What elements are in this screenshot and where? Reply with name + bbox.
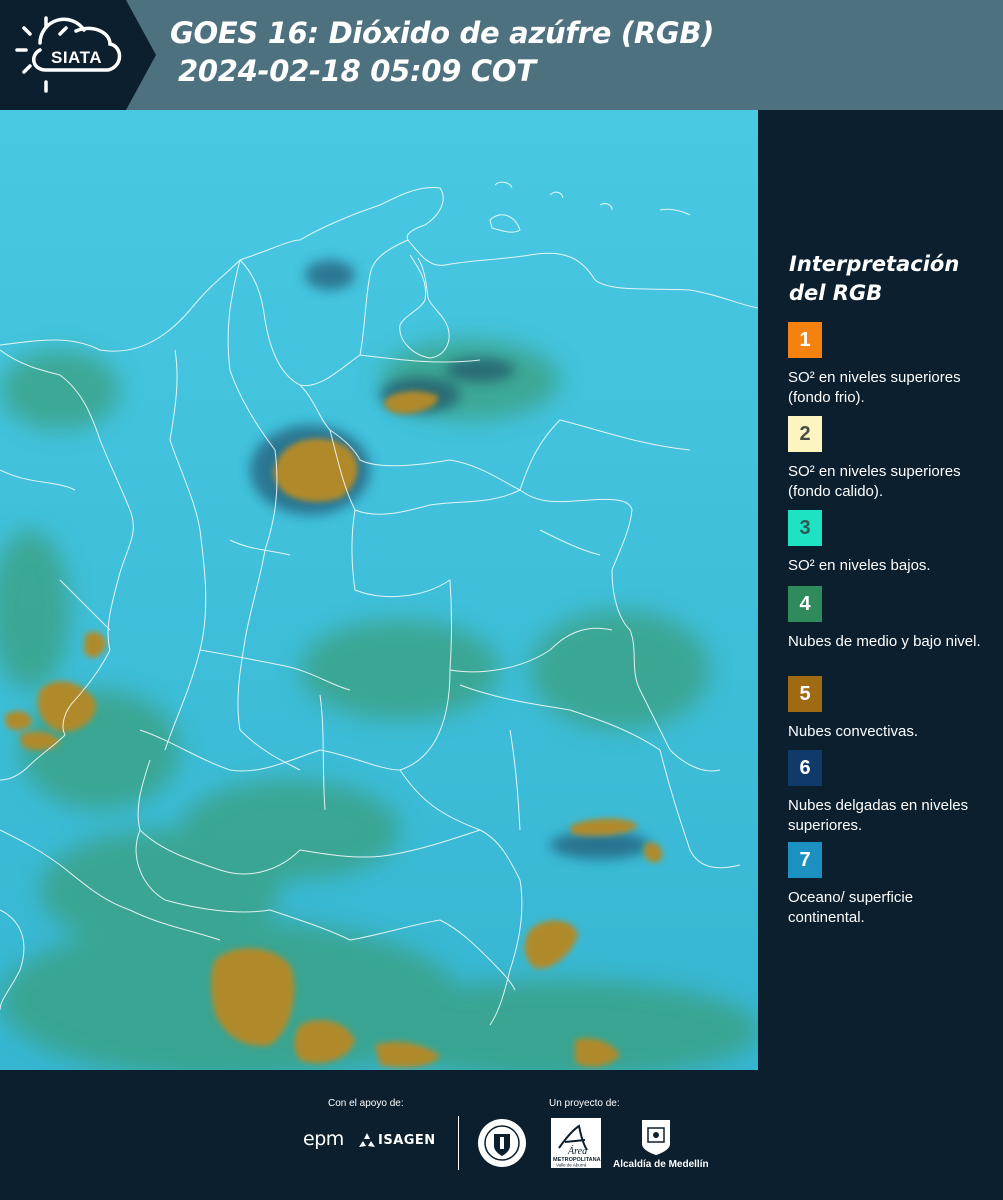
area-logo-text: Área xyxy=(567,1145,587,1157)
title-line-2: 2024-02-18 05:09 COT xyxy=(178,54,536,88)
legend-label-1: SO² en niveles superiores (fondo frio). xyxy=(788,369,961,406)
area-subtitle-2: Valle de Aburrá xyxy=(556,1163,587,1168)
legend-swatch-3: 3 xyxy=(788,510,822,546)
isagen-icon xyxy=(359,1133,375,1147)
legend-panel: Interpretación del RGB 1 SO² en niveles … xyxy=(758,110,1003,1070)
legend-title-line-1: Interpretación xyxy=(789,252,960,276)
legend-swatch-2: 2 xyxy=(788,416,822,452)
satellite-image xyxy=(0,110,758,1070)
title-line-1: GOES 16: Dióxido de azúfre (RGB) xyxy=(170,16,715,50)
project-label: Un proyecto de: xyxy=(549,1098,620,1109)
legend-swatch-4: 4 xyxy=(788,586,822,622)
medellin-seal-icon xyxy=(478,1119,526,1167)
siata-logo-text: SIATA xyxy=(51,48,102,67)
support-label: Con el apoyo de: xyxy=(328,1098,404,1109)
legend-item-2: 2 SO² en niveles superiores (fondo calid… xyxy=(788,416,993,502)
legend-item-7: 7 Oceano/ superficie continental. xyxy=(788,842,993,928)
satellite-map xyxy=(0,110,758,1070)
legend-label-5: Nubes convectivas. xyxy=(788,723,919,740)
legend-item-5: 5 Nubes convectivas. xyxy=(788,676,993,742)
legend-label-6: Nubes delgadas en niveles superiores. xyxy=(788,797,969,834)
area-metropolitana-logo: Área METROPOLITANA Valle de Aburrá xyxy=(551,1118,601,1168)
alcaldia-shield-icon xyxy=(642,1120,670,1155)
siata-logo-panel: SIATA xyxy=(0,0,156,110)
legend-label-7: Oceano/ superficie continental. xyxy=(788,889,914,926)
legend-title: Interpretación del RGB xyxy=(789,250,989,308)
page-title: GOES 16: Dióxido de azúfre (RGB) 2024-02… xyxy=(170,14,714,90)
legend-swatch-6: 6 xyxy=(788,750,822,786)
legend-label-3: SO² en niveles bajos. xyxy=(788,557,931,574)
legend-label-2: SO² en niveles superiores (fondo calido)… xyxy=(788,463,961,500)
legend-label-4: Nubes de medio y bajo nivel. xyxy=(788,633,981,650)
legend-swatch-5: 5 xyxy=(788,676,822,712)
alcaldia-logo-text: Alcaldía de Medellín xyxy=(613,1159,709,1170)
epm-logo: epm xyxy=(303,1128,344,1150)
isagen-logo: ISAGEN xyxy=(378,1133,436,1148)
header-bar: SIATA GOES 16: Dióxido de azúfre (RGB) 2… xyxy=(0,0,1003,110)
legend-item-1: 1 SO² en niveles superiores (fondo frio)… xyxy=(788,322,993,408)
legend-title-line-2: del RGB xyxy=(789,281,883,305)
footer: Con el apoyo de: Un proyecto de: epm ISA… xyxy=(0,1070,1003,1200)
legend-item-3: 3 SO² en niveles bajos. xyxy=(788,510,993,576)
legend-item-6: 6 Nubes delgadas en niveles superiores. xyxy=(788,750,993,836)
legend-swatch-7: 7 xyxy=(788,842,822,878)
footer-divider xyxy=(458,1116,459,1170)
legend-item-4: 4 Nubes de medio y bajo nivel. xyxy=(788,586,993,652)
legend-swatch-1: 1 xyxy=(788,322,822,358)
